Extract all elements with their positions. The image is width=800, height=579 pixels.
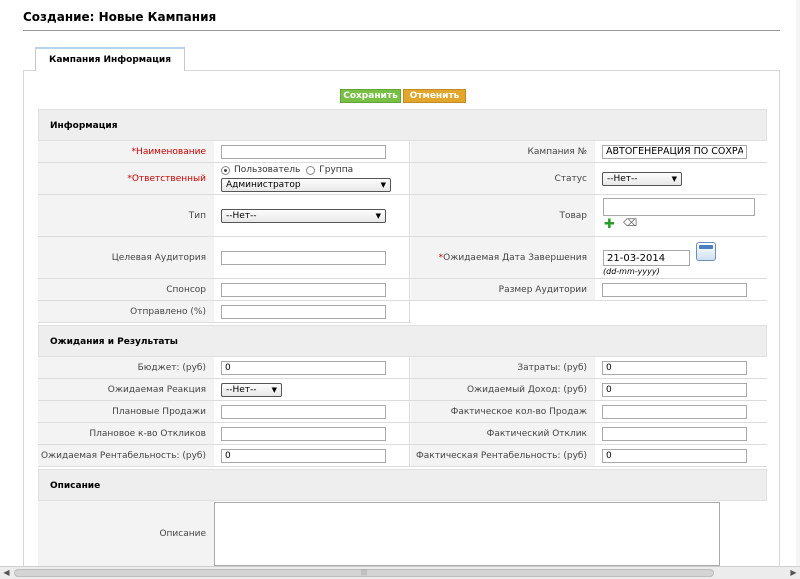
owner-select-value: Администратор (226, 180, 301, 190)
owner-radio-group[interactable] (306, 165, 316, 175)
sponsor-label: Спонсор (38, 279, 214, 300)
budget-label: Бюджет: (руб) (38, 357, 214, 378)
table-row: Плановое к-во Откликов Фактический Откли… (38, 423, 767, 445)
product-input[interactable] (603, 198, 755, 216)
calendar-icon[interactable] (696, 242, 716, 261)
sent-input[interactable] (221, 304, 386, 319)
expected-roi-input[interactable] (221, 448, 386, 463)
horizontal-scrollbar[interactable]: ◀ ||| ▶ (0, 566, 800, 579)
vertical-scrollbar[interactable] (796, 0, 800, 566)
product-label: Товар (411, 195, 595, 236)
expected-response-select-value: --Нет-- (226, 384, 257, 395)
chevron-down-icon: ▼ (671, 174, 677, 183)
table-row: *Наименование Кампания № (38, 141, 767, 163)
type-select-value: --Нет-- (226, 210, 257, 221)
audience-label: Целевая Аудитория (38, 237, 214, 278)
table-row: Плановые Продажи Фактическое кол-во Прод… (38, 401, 767, 423)
description-textarea[interactable] (214, 502, 720, 566)
table-row: *Ответственный Пользователь Группа Админ… (38, 163, 767, 195)
planned-sales-label: Плановые Продажи (38, 401, 214, 422)
expected-close-input[interactable] (603, 250, 690, 266)
expected-response-label: Ожидаемая Реакция (38, 379, 214, 400)
expected-roi-label: Ожидаемая Рентабельность: (руб) (38, 445, 214, 466)
sponsor-input[interactable] (221, 282, 386, 297)
table-row: Ожидаемая Рентабельность: (руб) Фактичес… (38, 445, 767, 467)
table-row: Целевая Аудитория * Ожидаемая Дата Заверш… (38, 237, 767, 279)
table-row: Описание (38, 501, 767, 566)
title-divider (23, 30, 780, 31)
name-label-text: *Наименование (131, 146, 206, 157)
chevron-down-icon: ▼ (271, 385, 277, 394)
owner-radio-user[interactable] (221, 165, 230, 175)
budget-input[interactable] (221, 360, 386, 375)
date-format-hint: (dd-mm-yyyy) (603, 267, 660, 276)
actual-response-label: Фактический Отклик (411, 423, 595, 444)
type-label: Тип (38, 195, 214, 236)
page-title: Создание: Новые Кампания (23, 10, 217, 24)
planned-responses-label: Плановое к-во Откликов (38, 423, 214, 444)
scroll-right-icon[interactable]: ▶ (787, 567, 800, 579)
campaign-no-input[interactable] (602, 144, 747, 159)
actual-sales-input[interactable] (602, 404, 747, 419)
actual-response-input[interactable] (602, 426, 747, 441)
audience-size-label: Размер Аудитории (411, 279, 595, 300)
sent-label: Отправлено (%) (38, 301, 214, 322)
expected-revenue-label: Ожидаемый Доход: (руб) (411, 379, 595, 400)
owner-label: *Ответственный (38, 163, 214, 194)
owner-radio-group-label: Группа (319, 165, 354, 175)
cancel-button[interactable]: Отменить (403, 89, 466, 103)
actual-roi-input[interactable] (602, 448, 747, 463)
scrollbar-thumb[interactable]: ||| (14, 569, 714, 577)
name-input[interactable] (221, 144, 386, 159)
table-row: Тип --Нет-- ▼ Товар ✚ ⌫ (38, 195, 767, 237)
table-row: Спонсор Размер Аудитории (38, 279, 767, 301)
tab-campaign-info[interactable]: Кампания Информация (35, 47, 185, 71)
planned-responses-input[interactable] (221, 426, 386, 441)
scroll-left-icon[interactable]: ◀ (0, 567, 13, 579)
table-row: Ожидаемая Реакция --Нет-- ▼ Ожидаемый До… (38, 379, 767, 401)
actual-sales-label: Фактическое кол-во Продаж (411, 401, 595, 422)
owner-select[interactable]: Администратор ▼ (221, 178, 391, 192)
section-header-description: Описание (38, 469, 767, 501)
chevron-down-icon: ▼ (380, 181, 386, 189)
status-label: Статус (411, 163, 595, 194)
description-label: Описание (38, 501, 214, 566)
eraser-icon[interactable]: ⌫ (623, 218, 637, 229)
owner-label-text: *Ответственный (127, 173, 206, 184)
section-header-info: Информация (38, 109, 767, 141)
section-header-expectations: Ожидания и Результаты (38, 325, 767, 357)
actual-roi-label: Фактическая Рентабельность: (руб) (411, 445, 595, 466)
expected-response-select[interactable]: --Нет-- ▼ (221, 382, 282, 397)
status-select[interactable]: --Нет-- ▼ (602, 171, 682, 186)
type-select[interactable]: --Нет-- ▼ (221, 208, 386, 223)
audience-input[interactable] (221, 250, 386, 265)
expected-revenue-input[interactable] (602, 382, 747, 397)
table-row: Отправлено (%) (38, 301, 411, 323)
planned-sales-input[interactable] (221, 404, 386, 419)
cost-label: Затраты: (руб) (411, 357, 595, 378)
owner-radio-user-label: Пользователь (234, 165, 301, 175)
save-button[interactable]: Сохранить (340, 89, 401, 103)
status-select-value: --Нет-- (607, 173, 638, 184)
audience-size-input[interactable] (602, 282, 747, 297)
chevron-down-icon: ▼ (375, 211, 381, 220)
cost-input[interactable] (602, 360, 747, 375)
plus-icon[interactable]: ✚ (604, 217, 615, 232)
campaign-no-label: Кампания № (411, 141, 595, 162)
expected-close-label: * Ожидаемая Дата Завершения (411, 237, 595, 278)
expected-close-label-text: Ожидаемая Дата Завершения (443, 252, 587, 263)
owner-type-radio-group: Пользователь Группа (221, 165, 353, 175)
table-row: Бюджет: (руб) Затраты: (руб) (38, 357, 767, 379)
name-label: *Наименование (38, 141, 214, 162)
